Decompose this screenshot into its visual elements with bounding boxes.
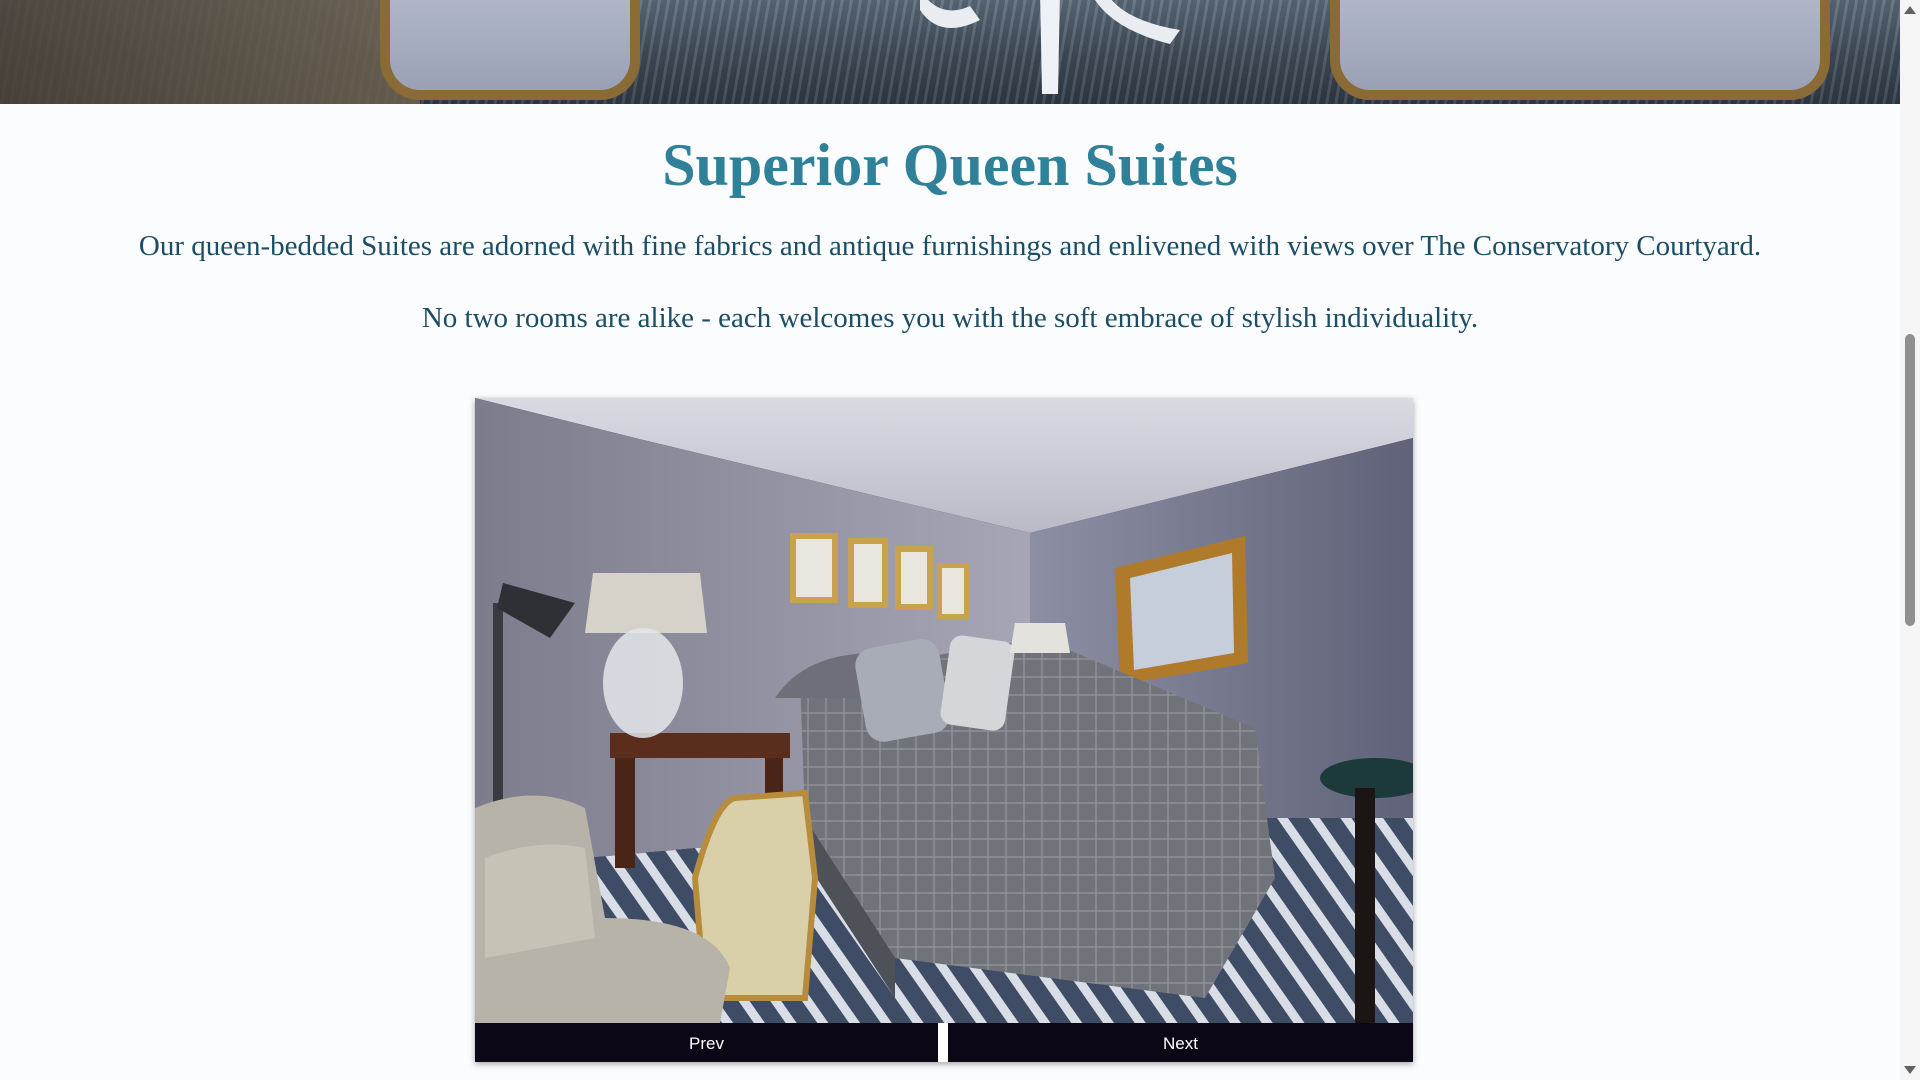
intro-paragraph: No two rooms are alike - each welcomes y…	[421, 302, 1479, 334]
scroll-up-icon[interactable]	[1904, 6, 1916, 14]
scroll-down-icon[interactable]	[1904, 1066, 1916, 1074]
prev-button[interactable]: Prev	[475, 1023, 938, 1062]
image-slider: Prev Next	[475, 398, 1413, 1062]
intro-paragraph: Our queen-bedded Suites are adorned with…	[138, 230, 1762, 262]
bedroom-image	[475, 398, 1413, 1023]
hero-floor	[0, 0, 420, 104]
suite-photo	[475, 398, 1413, 1023]
hero-chair-left	[380, 0, 640, 100]
hero-chair-right	[1330, 0, 1830, 100]
slider-controls: Prev Next	[475, 1023, 1413, 1062]
hero-image	[0, 0, 1900, 104]
next-button[interactable]: Next	[948, 1023, 1413, 1062]
hero-table-leg	[920, 0, 1180, 94]
page: Superior Queen Suites Our queen-bedded S…	[0, 0, 1920, 1080]
scrollbar-thumb[interactable]	[1905, 334, 1915, 626]
suite-intro: Superior Queen Suites Our queen-bedded S…	[0, 104, 1900, 336]
page-scrollbar[interactable]	[1900, 0, 1920, 1080]
section-title: Superior Queen Suites	[662, 132, 1238, 198]
